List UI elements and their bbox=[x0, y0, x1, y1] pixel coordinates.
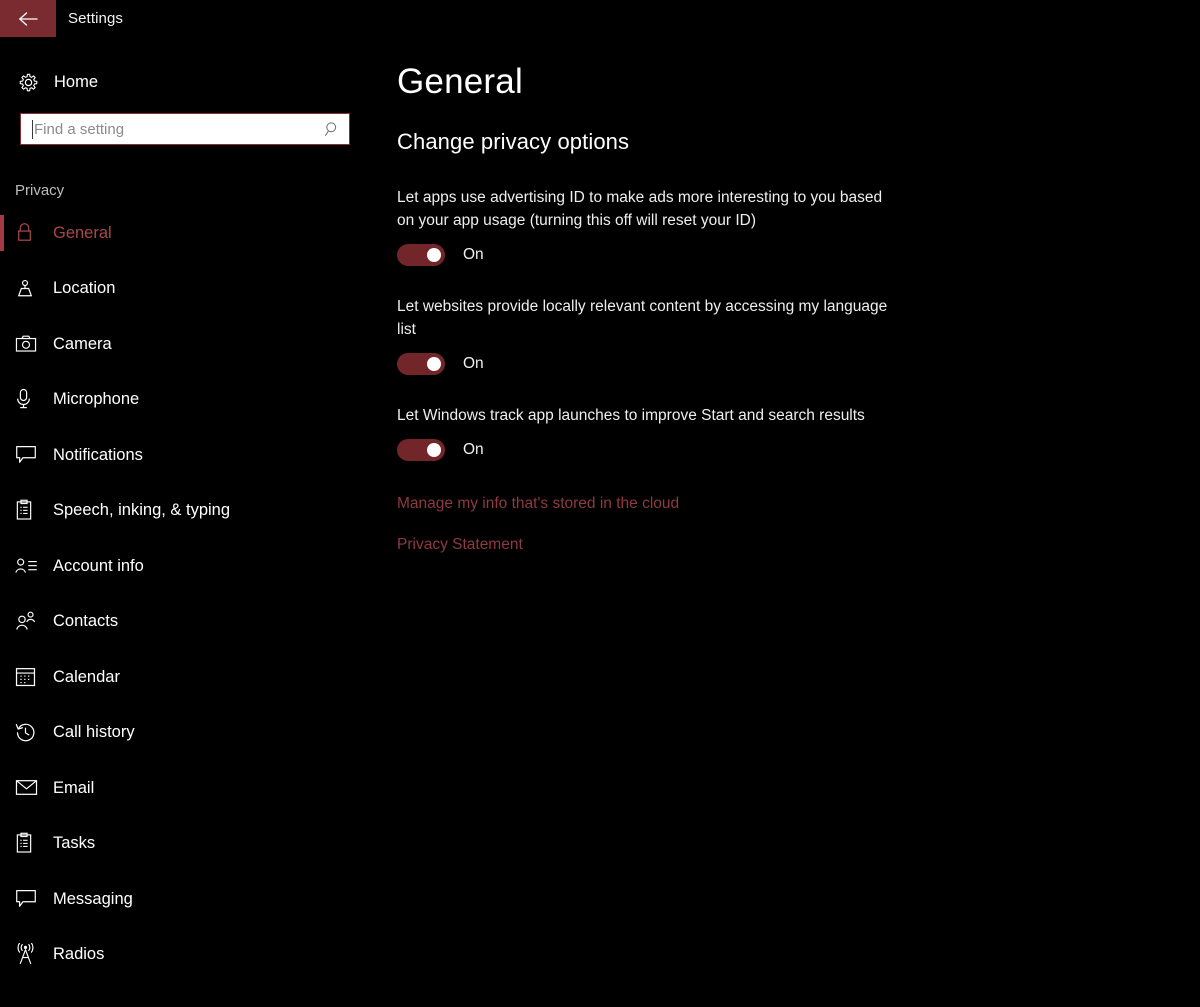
sidebar: Home Privacy General bbox=[0, 37, 380, 1007]
option-description: Let websites provide locally relevant co… bbox=[397, 298, 888, 338]
sidebar-item-contacts[interactable]: Contacts bbox=[0, 594, 380, 650]
toggle-knob bbox=[427, 357, 441, 371]
sidebar-item-camera-label: Camera bbox=[53, 334, 112, 353]
page-title: General bbox=[397, 62, 523, 101]
sidebar-item-home[interactable]: Home bbox=[0, 59, 380, 105]
sidebar-item-location[interactable]: Location bbox=[0, 261, 380, 317]
toggle-knob bbox=[427, 248, 441, 262]
links-section: Manage my info that's stored in the clou… bbox=[397, 495, 1200, 554]
app-launch-tracking-toggle[interactable] bbox=[397, 439, 445, 461]
sidebar-item-call-history-label: Call history bbox=[53, 723, 135, 741]
clipboard-icon bbox=[15, 499, 53, 521]
sidebar-item-email-label: Email bbox=[53, 778, 95, 797]
sidebar-item-home-label: Home bbox=[54, 72, 99, 91]
sidebar-group-header: Privacy bbox=[15, 182, 65, 199]
title-bar: Settings bbox=[0, 0, 1200, 37]
language-list-toggle[interactable] bbox=[397, 353, 445, 375]
lock-icon bbox=[15, 222, 53, 243]
toggle-row: On bbox=[397, 439, 1200, 461]
sidebar-item-microphone[interactable]: Microphone bbox=[0, 372, 380, 428]
search-input[interactable] bbox=[21, 114, 349, 144]
envelope-icon bbox=[15, 779, 53, 796]
sidebar-item-call-history[interactable]: Call history bbox=[0, 705, 380, 761]
sidebar-item-account-info-label: Account info bbox=[53, 556, 144, 575]
sidebar-item-contacts-label: Contacts bbox=[53, 612, 119, 630]
microphone-icon bbox=[15, 388, 53, 410]
option-description: Let Windows track app launches to improv… bbox=[397, 407, 865, 424]
sidebar-item-tasks-label: Tasks bbox=[53, 834, 96, 852]
sidebar-item-tasks[interactable]: Tasks bbox=[0, 816, 380, 872]
sidebar-item-calendar[interactable]: Calendar bbox=[0, 649, 380, 705]
sidebar-item-microphone-label: Microphone bbox=[53, 390, 140, 408]
gear-icon bbox=[18, 72, 52, 93]
search-icon[interactable] bbox=[324, 121, 341, 138]
speech-bubble-icon bbox=[15, 445, 53, 465]
toggle-knob bbox=[427, 443, 441, 457]
privacy-option-advertising-id: Let apps use advertising ID to make ads … bbox=[397, 186, 1200, 266]
toggle-row: On bbox=[397, 353, 1200, 375]
advertising-id-toggle[interactable] bbox=[397, 244, 445, 266]
option-description: Let apps use advertising ID to make ads … bbox=[397, 189, 883, 229]
camera-icon bbox=[15, 334, 53, 353]
account-info-icon bbox=[15, 557, 53, 575]
sidebar-item-notifications-label: Notifications bbox=[53, 445, 143, 464]
sidebar-item-speech-inking-typing[interactable]: Speech, inking, & typing bbox=[0, 483, 380, 539]
toggle-row: On bbox=[397, 244, 1200, 266]
sidebar-item-account-info[interactable]: Account info bbox=[0, 538, 380, 594]
privacy-option-app-launch-tracking: Let Windows track app launches to improv… bbox=[397, 404, 1200, 461]
sidebar-item-general-label: General bbox=[53, 223, 112, 242]
call-history-icon bbox=[15, 722, 53, 743]
location-icon bbox=[15, 278, 53, 299]
speech-bubble-icon bbox=[15, 889, 53, 909]
manage-cloud-info-link[interactable]: Manage my info that's stored in the clou… bbox=[397, 495, 679, 513]
section-title: Change privacy options bbox=[397, 129, 630, 154]
calendar-icon bbox=[15, 666, 53, 687]
back-button[interactable] bbox=[0, 0, 56, 37]
radio-tower-icon bbox=[15, 943, 53, 965]
sidebar-nav-list: General Location Camera Microphone Notif… bbox=[0, 205, 380, 982]
privacy-statement-link[interactable]: Privacy Statement bbox=[397, 536, 523, 554]
arrow-left-icon bbox=[18, 11, 39, 27]
sidebar-item-calendar-label: Calendar bbox=[53, 667, 120, 686]
search-box[interactable] bbox=[20, 113, 350, 145]
text-caret bbox=[32, 120, 33, 139]
sidebar-item-radios[interactable]: Radios bbox=[0, 927, 380, 983]
contacts-icon bbox=[15, 611, 53, 631]
privacy-option-language-list: Let websites provide locally relevant co… bbox=[397, 295, 1200, 375]
window-title: Settings bbox=[68, 10, 123, 27]
main-content: General Change privacy options Let apps … bbox=[380, 37, 1200, 1007]
clipboard-icon bbox=[15, 832, 53, 854]
sidebar-item-camera[interactable]: Camera bbox=[0, 316, 380, 372]
app-launch-tracking-toggle-state: On bbox=[463, 441, 484, 458]
language-list-toggle-state: On bbox=[463, 355, 484, 372]
advertising-id-toggle-state: On bbox=[463, 246, 484, 263]
sidebar-item-notifications[interactable]: Notifications bbox=[0, 427, 380, 483]
sidebar-item-general[interactable]: General bbox=[0, 205, 380, 261]
sidebar-item-radios-label: Radios bbox=[53, 945, 105, 963]
sidebar-item-speech-inking-typing-label: Speech, inking, & typing bbox=[53, 501, 231, 519]
sidebar-item-location-label: Location bbox=[53, 279, 116, 297]
sidebar-item-messaging[interactable]: Messaging bbox=[0, 871, 380, 927]
sidebar-item-email[interactable]: Email bbox=[0, 760, 380, 816]
sidebar-item-messaging-label: Messaging bbox=[53, 889, 133, 908]
